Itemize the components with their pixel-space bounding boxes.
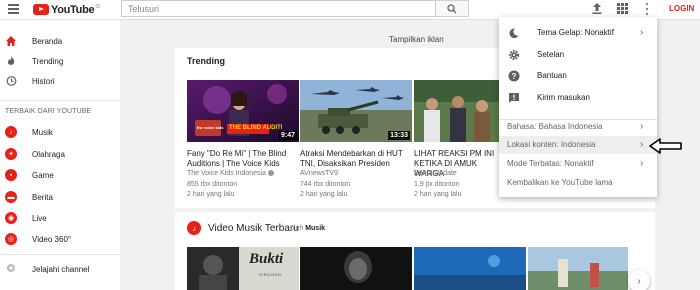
- chevron-right-icon: ›: [640, 158, 644, 169]
- thumbnail-warga: [414, 80, 500, 142]
- menu-item-content-location[interactable]: Lokasi konten: Indonesia ›: [499, 136, 657, 154]
- game-icon: ▪: [5, 169, 17, 181]
- verified-icon: [268, 170, 274, 177]
- video-channel[interactable]: The Voice Kids Indonesia: [187, 170, 274, 177]
- moon-icon: [509, 28, 519, 39]
- sidebar-heading: TERBAIK DARI YOUTUBE: [5, 108, 92, 115]
- menu-item-restricted-mode[interactable]: Mode Terbatas: Nonaktif ›: [499, 155, 657, 173]
- svg-text:?: ?: [512, 72, 517, 81]
- sidebar-item-history[interactable]: Histori: [0, 72, 120, 90]
- thumbnail-music-2: [300, 247, 412, 290]
- video-views: 744 rbx ditonton: [300, 181, 351, 188]
- thumb-overlay-text: Bukti: [249, 251, 284, 267]
- video-thumbnail[interactable]: [300, 247, 412, 290]
- search-input[interactable]: [122, 1, 435, 16]
- music-icon: ♪: [187, 221, 201, 235]
- sidebar-item-home[interactable]: Beranda: [0, 32, 120, 50]
- video-duration: 13:33: [388, 131, 410, 140]
- music-shelf-byline: oleh Musik: [290, 225, 326, 232]
- menu-item-help[interactable]: ? Bantuan: [499, 67, 657, 85]
- chevron-right-icon: ›: [640, 139, 644, 150]
- video-duration: 9:47: [278, 131, 297, 140]
- sports-icon: ✦: [5, 148, 17, 160]
- video-channel[interactable]: AVnewsTV9: [300, 170, 338, 177]
- sidebar-divider: [0, 254, 120, 255]
- home-icon: [6, 36, 16, 46]
- video-views: 855 rbx ditonton: [187, 181, 238, 188]
- video-thumbnail[interactable]: [528, 247, 628, 290]
- thumb-logo-text: the voice kids: [197, 125, 224, 130]
- annotation-arrow-icon: [649, 138, 682, 154]
- more-vert-icon[interactable]: [645, 3, 649, 15]
- news-icon: ▬: [5, 191, 17, 203]
- video-title[interactable]: Atraksi Mendebarkan di HUT TNI, Disaksik…: [300, 149, 412, 169]
- menu-item-restore-old-youtube[interactable]: Kembalikan ke YouTube lama: [499, 174, 657, 192]
- video-thumbnail[interactable]: [414, 80, 500, 142]
- sidebar-item-game[interactable]: ▪ Game: [0, 166, 120, 184]
- search-box: [121, 0, 436, 17]
- history-icon: [6, 76, 17, 86]
- upload-icon[interactable]: [591, 2, 603, 15]
- sidebar-item-sports[interactable]: ✦ Olahraga: [0, 145, 120, 163]
- sidebar-item-browse-channels[interactable]: Jelajahi channel: [0, 260, 120, 278]
- sidebar: Beranda Trending Histori TERBAIK DARI YO…: [0, 20, 120, 290]
- menu-item-language[interactable]: Bahasa: Bahasa Indonesia ›: [499, 118, 657, 136]
- sidebar-divider: [0, 100, 120, 101]
- gear-icon: [509, 50, 519, 60]
- show-ads-link[interactable]: Tampilkan iklan: [389, 35, 444, 44]
- thumb-overlay-subtext: VIRGOUN: [259, 272, 282, 277]
- video-views: 1,9 jtx ditonton: [414, 181, 460, 188]
- sidebar-item-trending[interactable]: Trending: [0, 52, 120, 70]
- video-thumbnail[interactable]: the voice kids THE BLIND AUDITI 9:47: [187, 80, 299, 142]
- video-channel[interactable]: Berita Update: [414, 170, 457, 177]
- video-thumbnail[interactable]: 13:33: [300, 80, 412, 142]
- help-icon: ?: [508, 70, 520, 82]
- chevron-right-icon: ›: [637, 275, 641, 287]
- chevron-right-icon: ›: [640, 27, 644, 38]
- menu-item-feedback[interactable]: Kirim masukan: [499, 89, 657, 107]
- youtube-play-icon: [33, 4, 49, 15]
- thumb-overlay-text: THE BLIND AUDITI: [229, 125, 283, 131]
- youtube-logo[interactable]: YouTube ID: [33, 3, 100, 16]
- channel-name[interactable]: The Voice Kids Indonesia: [187, 170, 266, 177]
- music-shelf-title[interactable]: Video Musik Terbaru: [208, 223, 299, 234]
- sidebar-item-video360[interactable]: ◎ Video 360°: [0, 230, 120, 248]
- chevron-right-icon: ›: [640, 121, 644, 132]
- music-icon: ♪: [5, 126, 17, 138]
- search-icon: [447, 3, 457, 13]
- video-thumbnail[interactable]: Bukti VIRGOUN: [187, 247, 299, 290]
- menu-item-settings[interactable]: Setelan: [499, 46, 657, 64]
- video-thumbnail[interactable]: [414, 247, 526, 290]
- live-icon: ◉: [5, 212, 17, 224]
- sidebar-item-news[interactable]: ▬ Berita: [0, 188, 120, 206]
- sidebar-item-live[interactable]: ◉ Live: [0, 209, 120, 227]
- video-age: 2 hari yang lalu: [187, 191, 235, 198]
- video360-icon: ◎: [5, 233, 17, 245]
- trending-title[interactable]: Trending: [187, 56, 225, 66]
- menu-item-dark-theme[interactable]: Tema Gelap: Nonaktif ›: [499, 24, 657, 42]
- settings-menu: Tema Gelap: Nonaktif › Setelan ? Bantuan…: [499, 17, 657, 197]
- apps-icon[interactable]: [617, 3, 628, 14]
- add-circle-icon: [7, 264, 15, 272]
- menu-icon[interactable]: [8, 4, 19, 15]
- search-button[interactable]: [436, 0, 469, 17]
- sidebar-item-music[interactable]: ♪ Musik: [0, 123, 120, 141]
- login-button[interactable]: LOGIN: [669, 4, 694, 13]
- thumbnail-music-4: [528, 247, 628, 290]
- video-title[interactable]: Fany "Do Re Mi" | The Blind Auditions | …: [187, 149, 299, 169]
- video-age: 2 hari yang lalu: [300, 191, 348, 198]
- thumbnail-music-3: [414, 247, 526, 290]
- video-age: 2 hari yang lalu: [414, 191, 462, 198]
- music-channel-link[interactable]: Musik: [305, 225, 325, 232]
- feedback-icon: [509, 93, 519, 103]
- shelf-next-button[interactable]: ›: [628, 270, 650, 290]
- flame-icon: [7, 56, 15, 65]
